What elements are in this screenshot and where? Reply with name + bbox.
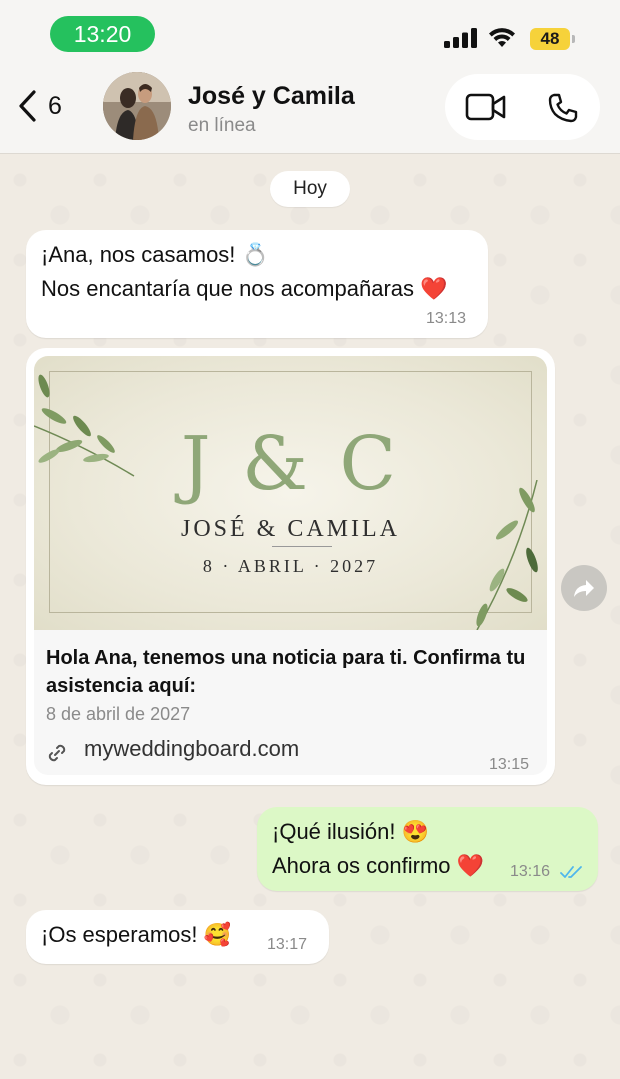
- back-button[interactable]: 6: [16, 88, 62, 124]
- status-bar: 13:20 48: [0, 0, 620, 70]
- wifi-icon: [489, 28, 515, 47]
- incoming-message[interactable]: ¡Ana, nos casamos! 💍 Nos encantaría que …: [26, 230, 488, 338]
- forward-button[interactable]: [561, 565, 607, 611]
- message-line: ¡Qué ilusión! 😍: [272, 819, 430, 844]
- outgoing-message[interactable]: ¡Qué ilusión! 😍 Ahora os confirmo ❤️ 13:…: [257, 807, 598, 891]
- message-time: 13:15: [489, 756, 530, 773]
- link-preview-body[interactable]: Hola Ana, tenemos una noticia para ti. C…: [34, 630, 547, 775]
- link-preview-title: Hola Ana, tenemos una noticia para ti. C…: [46, 647, 526, 697]
- contact-avatar[interactable]: [103, 72, 171, 140]
- chat-header: 6 José y Camila en línea: [0, 70, 620, 154]
- forward-arrow-icon: [574, 580, 594, 597]
- cellular-signal-icon: [444, 28, 477, 48]
- battery-indicator: 48: [530, 28, 575, 50]
- message-time: 13:13: [426, 310, 467, 327]
- invitation-image[interactable]: J & C JOSÉ & CAMILA 8 · ABRIL · 2027: [34, 356, 547, 630]
- link-icon: [48, 744, 66, 762]
- invitation-names: JOSÉ & CAMILA: [180, 516, 400, 542]
- link-url[interactable]: myweddingboard.com: [84, 736, 299, 762]
- message-line: Nos encantaría que nos acompañaras ❤️: [41, 276, 448, 301]
- invitation-date: 8 · ABRIL · 2027: [202, 556, 379, 576]
- phone-call-icon[interactable]: [547, 92, 579, 124]
- read-receipt-icon: [560, 866, 582, 878]
- divider: [272, 546, 332, 547]
- link-preview-subtitle: 8 de abril de 2027: [46, 704, 191, 724]
- chat-screen: 13:20 48 6 José y Camila en línea Hoy ¡A…: [0, 0, 620, 1079]
- date-separator: Hoy: [270, 171, 350, 207]
- status-time[interactable]: 13:20: [50, 16, 155, 52]
- message-time: 13:17: [267, 936, 308, 953]
- message-time: 13:16: [510, 863, 551, 880]
- message-line: ¡Os esperamos! 🥰: [41, 922, 231, 947]
- message-line: Ahora os confirmo ❤️: [272, 853, 485, 878]
- message-line: ¡Ana, nos casamos! 💍: [41, 242, 269, 267]
- link-preview-message[interactable]: J & C JOSÉ & CAMILA 8 · ABRIL · 2027 Hol…: [26, 348, 555, 785]
- invitation-monogram: J & C: [180, 421, 401, 507]
- call-actions: [445, 74, 600, 140]
- unread-count: 6: [48, 91, 62, 120]
- incoming-message[interactable]: ¡Os esperamos! 🥰 13:17: [26, 910, 329, 964]
- video-call-icon[interactable]: [465, 92, 507, 122]
- couple-photo: [103, 72, 171, 140]
- contact-status: en línea: [188, 115, 256, 136]
- chevron-left-icon: [19, 90, 36, 122]
- contact-name[interactable]: José y Camila: [188, 82, 355, 111]
